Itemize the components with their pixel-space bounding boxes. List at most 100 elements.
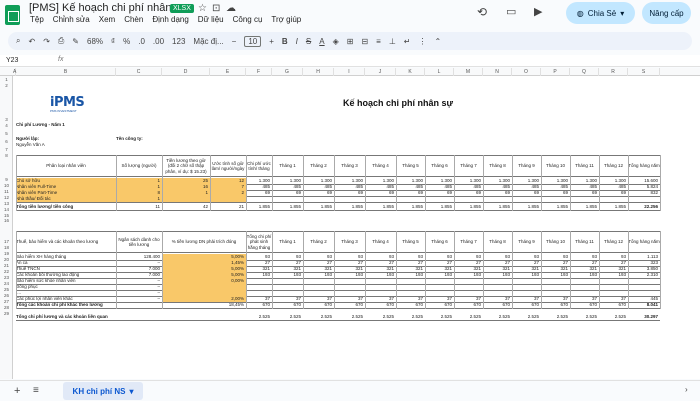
column-label[interactable]: Tháng 10: [541, 156, 570, 176]
sheets-logo-icon[interactable]: [5, 5, 20, 25]
menu-tools[interactable]: Công cụ: [233, 15, 263, 24]
undo-icon[interactable]: ↶: [28, 37, 35, 46]
name-box[interactable]: Y23: [6, 57, 18, 64]
row-header[interactable]: 28: [0, 305, 13, 310]
row-header[interactable]: 10: [0, 183, 13, 188]
row-header[interactable]: 2: [0, 83, 13, 88]
sheet-content[interactable]: iPMS PMS INVESTMENT Kế hoạch chi phí nhâ…: [13, 76, 700, 379]
row-header[interactable]: 8: [0, 153, 13, 158]
row-header[interactable]: 23: [0, 275, 13, 280]
bold-button[interactable]: B: [282, 37, 288, 46]
column-header[interactable]: D: [162, 68, 210, 76]
column-header[interactable]: J: [365, 68, 396, 76]
chevron-down-icon[interactable]: ▾: [129, 387, 133, 396]
column-header[interactable]: P: [541, 68, 570, 76]
text-color-button[interactable]: A: [319, 37, 324, 46]
percent-format-button[interactable]: %: [123, 37, 130, 46]
column-header[interactable]: I: [334, 68, 365, 76]
row-header[interactable]: 7: [0, 147, 13, 152]
column-header[interactable]: Q: [570, 68, 599, 76]
row-header[interactable]: 22: [0, 269, 13, 274]
column-label[interactable]: Tháng 1: [272, 232, 303, 252]
row-header[interactable]: 13: [0, 201, 13, 206]
column-label[interactable]: % tiền lương DN phải trích đóng: [162, 232, 246, 252]
column-label[interactable]: Tổng hàng năm: [628, 232, 660, 252]
column-header[interactable]: S: [628, 68, 660, 76]
row-header[interactable]: 26: [0, 293, 13, 298]
number-format-button[interactable]: 123: [172, 37, 185, 46]
zoom-select[interactable]: 68%: [87, 37, 103, 46]
row-header[interactable]: 3: [0, 117, 13, 122]
column-label[interactable]: Tháng 8: [483, 156, 512, 176]
sheet-tab-active[interactable]: KH chi phí NS ▾: [63, 382, 143, 400]
increase-decimal-button[interactable]: .00: [153, 37, 164, 46]
row-header[interactable]: 1: [0, 77, 13, 82]
column-header[interactable]: K: [396, 68, 425, 76]
column-header[interactable]: M: [454, 68, 483, 76]
all-sheets-icon[interactable]: ≡: [33, 385, 39, 396]
row-header[interactable]: 18: [0, 245, 13, 250]
row-header[interactable]: 5: [0, 131, 13, 136]
row-header[interactable]: 16: [0, 218, 13, 223]
row-header[interactable]: 12: [0, 195, 13, 200]
strikethrough-button[interactable]: S: [306, 37, 311, 46]
row-header[interactable]: 27: [0, 299, 13, 304]
upgrade-button[interactable]: Nâng cấp: [642, 2, 691, 24]
column-label[interactable]: Tháng 2: [303, 156, 334, 176]
row-header[interactable]: 4: [0, 123, 13, 128]
font-size-increase-button[interactable]: +: [269, 37, 274, 46]
column-label[interactable]: Ước tính số giờ làm/ người/ngày: [210, 156, 246, 176]
decrease-decimal-button[interactable]: .0: [138, 37, 145, 46]
explore-icon[interactable]: ›: [685, 385, 688, 394]
star-icon[interactable]: ☆: [198, 3, 207, 14]
column-label[interactable]: Chi phí ước tính/ tháng: [246, 156, 272, 176]
column-label[interactable]: Số lượng (người): [116, 156, 162, 176]
column-label[interactable]: Tháng 12: [599, 156, 628, 176]
row-header[interactable]: 11: [0, 189, 13, 194]
fill-color-icon[interactable]: ◈: [333, 37, 339, 46]
column-label[interactable]: Tháng 7: [454, 232, 483, 252]
column-header[interactable]: H: [303, 68, 334, 76]
column-label[interactable]: Tháng 10: [541, 232, 570, 252]
align-icon[interactable]: ≡: [376, 37, 381, 46]
menu-data[interactable]: Dữ liệu: [198, 15, 224, 24]
merge-cells-icon[interactable]: ⊟: [361, 37, 368, 46]
borders-icon[interactable]: ⊞: [347, 37, 354, 46]
column-header[interactable]: B: [16, 68, 116, 76]
menu-edit[interactable]: Chỉnh sửa: [53, 15, 90, 24]
font-size-decrease-button[interactable]: −: [232, 37, 237, 46]
share-button[interactable]: ◍ Chia Sẻ ▾: [566, 2, 635, 24]
column-label[interactable]: Tháng 9: [512, 156, 541, 176]
currency-format-button[interactable]: ₫: [111, 37, 115, 46]
print-icon[interactable]: ⎙: [58, 36, 64, 46]
add-sheet-icon[interactable]: +: [14, 385, 20, 397]
column-label[interactable]: Tháng 12: [599, 232, 628, 252]
redo-icon[interactable]: ↷: [43, 37, 50, 46]
video-call-icon[interactable]: ▶: [534, 5, 542, 18]
valign-icon[interactable]: ⊥: [389, 37, 396, 46]
column-header[interactable]: L: [425, 68, 454, 76]
column-label[interactable]: Tháng 6: [425, 232, 454, 252]
chevron-down-icon[interactable]: ▾: [620, 9, 624, 18]
row-header[interactable]: 25: [0, 287, 13, 292]
row-header[interactable]: 19: [0, 251, 13, 256]
menu-format[interactable]: Định dạng: [152, 15, 188, 24]
menu-file[interactable]: Tệp: [30, 15, 44, 24]
italic-button[interactable]: I: [296, 37, 298, 46]
row-header[interactable]: 24: [0, 281, 13, 286]
row-header[interactable]: 9: [0, 177, 13, 182]
subtitle[interactable]: Chi phí Lương - Năm 1: [16, 122, 136, 128]
column-header[interactable]: O: [512, 68, 541, 76]
column-header[interactable]: G: [272, 68, 303, 76]
column-header[interactable]: F: [246, 68, 272, 76]
column-label[interactable]: Tháng 3: [334, 156, 365, 176]
column-label[interactable]: Tháng 11: [570, 156, 599, 176]
column-label[interactable]: Thuế, bảo hiểm và các khoản theo lương: [16, 239, 116, 245]
menu-view[interactable]: Xem: [99, 15, 115, 24]
menu-help[interactable]: Trợ giúp: [271, 15, 301, 24]
column-label[interactable]: Tổng hàng năm: [628, 156, 660, 176]
column-label[interactable]: Tháng 3: [334, 232, 365, 252]
column-label[interactable]: Ngân sách dành cho tiền lương: [116, 232, 162, 252]
column-label[interactable]: Tháng 4: [365, 232, 396, 252]
cloud-status-icon[interactable]: ☁: [226, 3, 236, 14]
